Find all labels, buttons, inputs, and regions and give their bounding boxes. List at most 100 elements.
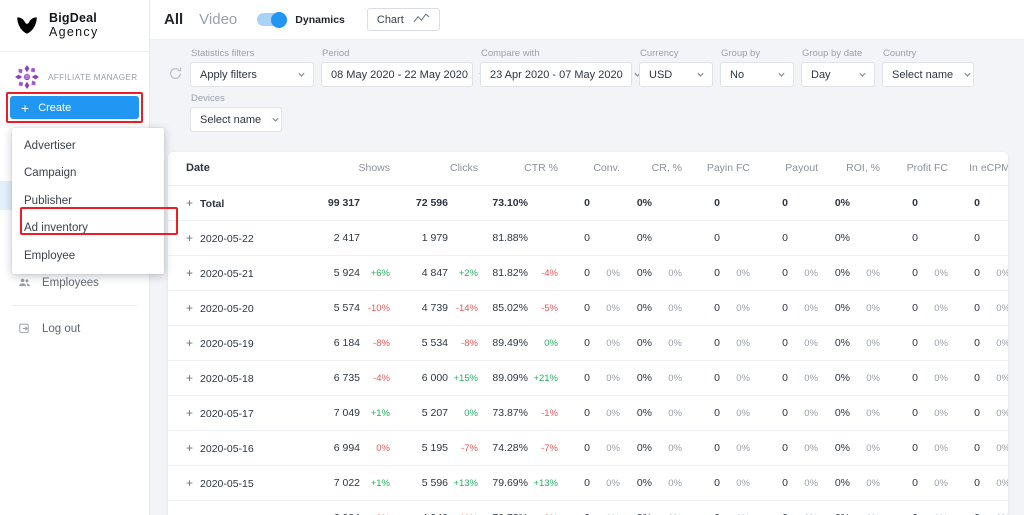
table-row[interactable]: +2020-05-21 5 924 +6% 4 847 +2% 81.82% -4% 0 0% 0… xyxy=(168,255,1008,291)
brand-text: BigDeal Agency xyxy=(49,11,99,40)
col-roi[interactable]: ROI, % xyxy=(824,152,886,186)
expand-row-icon[interactable]: + xyxy=(186,476,193,490)
cell-value: 6 184 xyxy=(333,336,360,349)
cell-ctr: 81.88% xyxy=(484,220,564,256)
menu-item-advertiser[interactable]: Advertiser xyxy=(12,132,164,160)
cell-delta: 0% xyxy=(668,477,682,489)
cell-payout: 00% xyxy=(756,465,824,501)
row-date-cell[interactable]: + Total xyxy=(168,185,308,221)
currency-select[interactable]: USD xyxy=(639,62,713,87)
col-conv[interactable]: Conv. xyxy=(564,152,626,186)
cell-delta: 0% xyxy=(996,337,1008,349)
profile-block[interactable]: AFFILIATE MANAGER xyxy=(0,52,149,96)
country-select[interactable]: Select name xyxy=(882,62,974,87)
sidebar-item-logout[interactable]: Log out xyxy=(0,314,149,343)
row-date-cell[interactable]: +2020-05-14 xyxy=(168,500,308,515)
expand-row-icon[interactable]: + xyxy=(186,231,193,245)
filters-row-1: Statistics filters Apply filters Period … xyxy=(150,48,1024,87)
compare-with-select[interactable]: 23 Apr 2020 - 07 May 2020 xyxy=(480,62,641,87)
menu-item-ad-inventory[interactable]: Ad inventory xyxy=(12,215,164,243)
col-date[interactable]: Date xyxy=(168,152,308,186)
row-date-cell[interactable]: +2020-05-19 xyxy=(168,325,308,361)
col-cr[interactable]: CR, % xyxy=(626,152,688,186)
table-row[interactable]: +2020-05-16 6 994 0% 5 195 -7% 74.28% -7% 0 0% 0%… xyxy=(168,430,1008,466)
row-date-cell[interactable]: +2020-05-15 xyxy=(168,465,308,501)
cell-cr: 0% 0% xyxy=(626,395,688,431)
group-by-select[interactable]: No xyxy=(720,62,794,87)
row-date-cell[interactable]: +2020-05-20 xyxy=(168,290,308,326)
menu-item-publisher[interactable]: Publisher xyxy=(12,187,164,215)
brand[interactable]: BigDeal Agency xyxy=(0,0,149,52)
period-select[interactable]: 08 May 2020 - 22 May 2020 xyxy=(321,62,486,87)
cell-roi: 0% 0% xyxy=(824,255,886,291)
table-row[interactable]: +2020-05-146 984-2%4 940-11%70.73%-9%00%… xyxy=(168,500,1008,515)
filters-bar: Statistics filters Apply filters Period … xyxy=(150,40,1024,142)
cell-in-ecpm: 00% xyxy=(954,325,1008,361)
row-date-cell[interactable]: +2020-05-22 xyxy=(168,220,308,256)
devices-select[interactable]: Select name xyxy=(190,107,282,132)
statistics-filters-label: Statistics filters xyxy=(191,48,255,59)
refresh-icon[interactable] xyxy=(168,66,183,81)
cell-conv: 0 xyxy=(564,220,626,256)
row-date-cell[interactable]: +2020-05-17 xyxy=(168,395,308,431)
cell-delta: 0% xyxy=(804,302,818,314)
table-row[interactable]: +2020-05-19 6 184 -8% 5 534 -8% 89.49% 0% 0 0% 0%… xyxy=(168,325,1008,361)
menu-item-campaign[interactable]: Campaign xyxy=(12,160,164,188)
expand-row-icon[interactable]: + xyxy=(186,196,193,210)
cell-value: 81.88% xyxy=(492,231,528,244)
row-date-cell[interactable]: +2020-05-16 xyxy=(168,430,308,466)
row-date-cell[interactable]: +2020-05-18 xyxy=(168,360,308,396)
chart-button[interactable]: Chart xyxy=(366,8,440,31)
expand-row-icon[interactable]: + xyxy=(186,266,193,280)
cell-delta: 0% xyxy=(668,407,682,419)
row-date-cell[interactable]: +2020-05-21 xyxy=(168,255,308,291)
expand-row-icon[interactable]: + xyxy=(186,336,193,350)
cell-value: 7 022 xyxy=(333,476,360,489)
group-by-date-select[interactable]: Day xyxy=(801,62,875,87)
cell-value: 7 049 xyxy=(333,406,360,419)
expand-row-icon[interactable]: + xyxy=(186,441,193,455)
col-payin-fc[interactable]: Payin FC xyxy=(688,152,756,186)
expand-row-icon[interactable]: + xyxy=(186,406,193,420)
table-row[interactable]: + Total 99 317 72 596 73.10% 0 0% 0 0 0% 0 0 xyxy=(168,185,1008,221)
table-row[interactable]: +2020-05-22 2 417 1 979 81.88% 0 0% 0 0 0% 0 0 xyxy=(168,220,1008,256)
col-clicks[interactable]: Clicks xyxy=(396,152,484,186)
cell-delta: 0% xyxy=(668,442,682,454)
col-profit-fc[interactable]: Profit FC xyxy=(886,152,954,186)
col-payout[interactable]: Payout xyxy=(756,152,824,186)
table-row[interactable]: +2020-05-15 7 022 +1% 5 596 +13% 79.69% +13% 0 0… xyxy=(168,465,1008,501)
row-date-label: 2020-05-22 xyxy=(200,232,254,245)
create-button[interactable]: + Create xyxy=(10,96,139,119)
cell-value: 81.82% xyxy=(492,266,528,279)
table-row[interactable]: +2020-05-18 6 735 -4% 6 000 +15% 89.09% +21% 0 0… xyxy=(168,360,1008,396)
statistics-filters-select[interactable]: Apply filters xyxy=(190,62,314,87)
avatar-pattern-icon xyxy=(14,64,40,90)
table-row[interactable]: +2020-05-20 5 574 -10% 4 739 -14% 85.02% -5% 0 0… xyxy=(168,290,1008,326)
col-ctr[interactable]: CTR % xyxy=(484,152,564,186)
sidebar-divider xyxy=(12,305,137,306)
expand-row-icon[interactable]: + xyxy=(186,511,193,515)
table-row[interactable]: +2020-05-17 7 049 +1% 5 207 0% 73.87% -1% 0 0% 0%… xyxy=(168,395,1008,431)
dynamics-toggle-group: Dynamics xyxy=(257,11,345,28)
cell-profit-fc: 00% xyxy=(886,360,954,396)
col-shows[interactable]: Shows xyxy=(308,152,396,186)
cell-delta: +2% xyxy=(458,267,478,279)
cell-shows: 99 317 xyxy=(308,185,396,221)
statistics-table-card: Date Shows Clicks CTR % Conv. CR, % Payi… xyxy=(168,152,1008,515)
tab-video[interactable]: Video xyxy=(199,11,237,28)
cell-delta: 0% xyxy=(736,302,750,314)
cell-delta: 0% xyxy=(736,477,750,489)
col-in-ecpm[interactable]: In eCPM xyxy=(954,152,1008,186)
tab-all[interactable]: All xyxy=(164,11,183,28)
row-date-label: 2020-05-15 xyxy=(200,477,254,490)
cell-delta: 0% xyxy=(606,407,620,419)
cell-shows: 5 924 +6% xyxy=(308,255,396,291)
dynamics-toggle[interactable] xyxy=(257,11,288,28)
expand-row-icon[interactable]: + xyxy=(186,371,193,385)
menu-item-employee[interactable]: Employee xyxy=(12,242,164,270)
expand-row-icon[interactable]: + xyxy=(186,301,193,315)
cell-conv: 0 xyxy=(564,185,626,221)
cell-conv: 00% xyxy=(564,290,626,326)
cell-delta: 0% xyxy=(934,267,948,279)
cell-delta: 0% xyxy=(996,372,1008,384)
